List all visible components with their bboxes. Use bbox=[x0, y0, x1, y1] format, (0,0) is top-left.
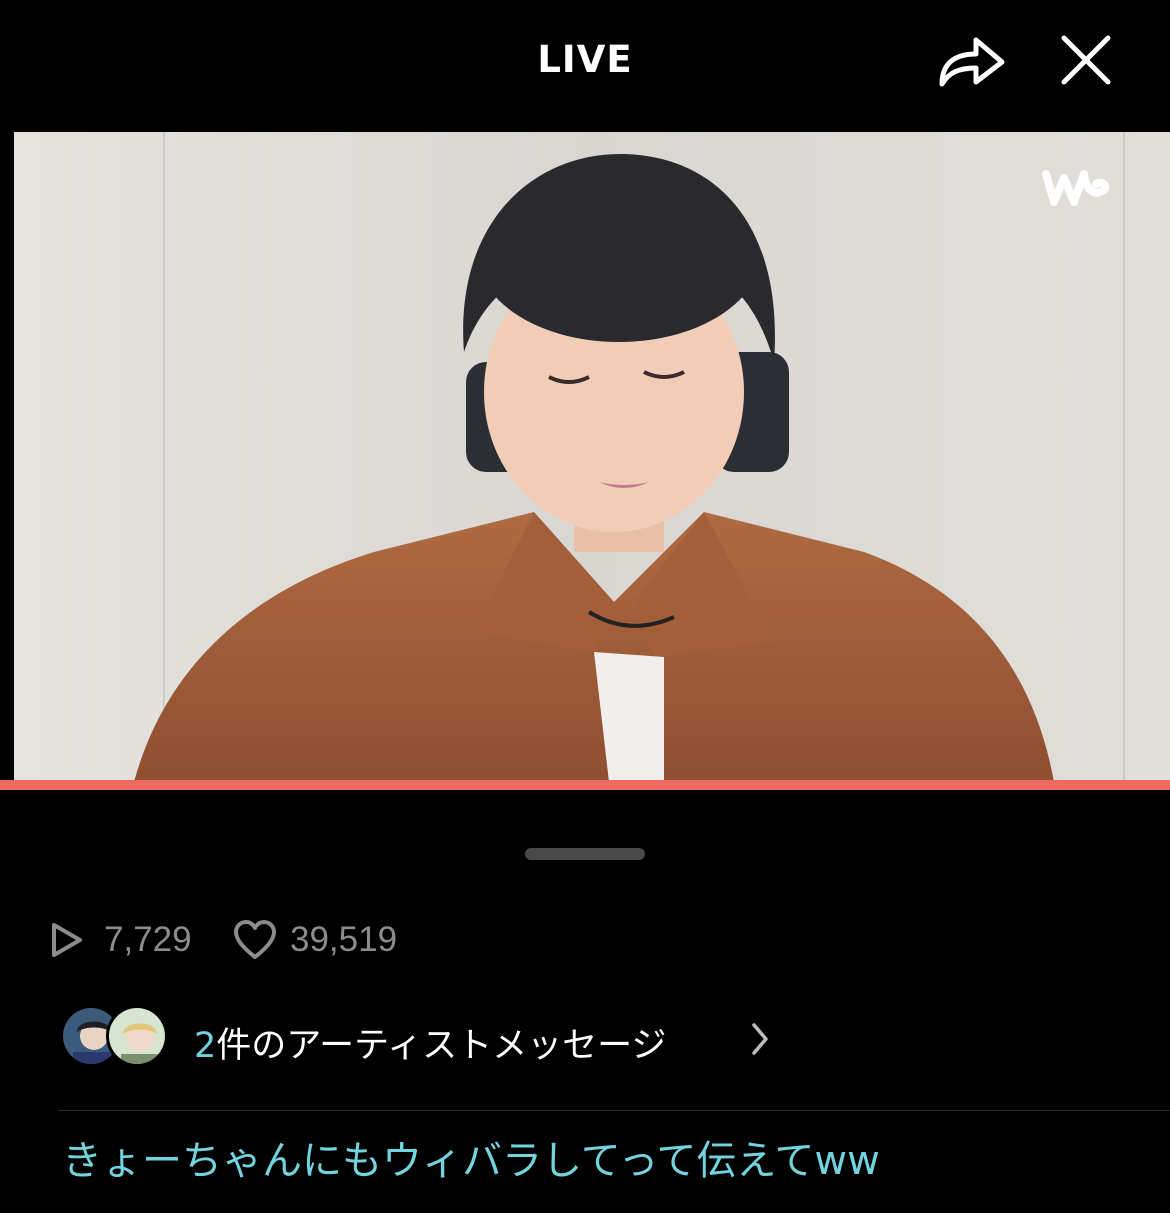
divider bbox=[58, 1110, 1170, 1111]
artist-messages-text: 2件のアーティストメッセージ bbox=[194, 1017, 666, 1068]
play-count-icon bbox=[52, 923, 82, 957]
close-x-icon bbox=[1061, 35, 1111, 85]
top-bar: LIVE bbox=[0, 0, 1170, 130]
video-frame bbox=[14, 132, 1170, 782]
play-count: 7,729 bbox=[104, 920, 192, 959]
share-arrow-icon bbox=[939, 37, 1005, 87]
chat-comment: きょーちゃんにもウィバラしてって伝えてww bbox=[62, 1138, 880, 1184]
live-video-player[interactable] bbox=[14, 132, 1170, 782]
weverse-logo-icon bbox=[1042, 170, 1110, 206]
drag-handle[interactable] bbox=[525, 848, 645, 860]
chevron-right-icon bbox=[752, 1023, 768, 1055]
progress-fill bbox=[0, 780, 1170, 790]
share-button[interactable] bbox=[936, 30, 1008, 92]
close-button[interactable] bbox=[1056, 30, 1116, 90]
artist-messages-link[interactable]: 2件のアーティストメッセージ bbox=[60, 1005, 820, 1071]
like-count: 39,519 bbox=[290, 920, 398, 959]
heart-icon bbox=[234, 920, 276, 959]
artist-messages-label: 件のアーティストメッセージ bbox=[216, 1026, 667, 1066]
artist-message-count: 2 bbox=[194, 1026, 217, 1066]
artist-avatar bbox=[106, 1005, 168, 1067]
playback-progress-bar[interactable] bbox=[0, 780, 1170, 790]
